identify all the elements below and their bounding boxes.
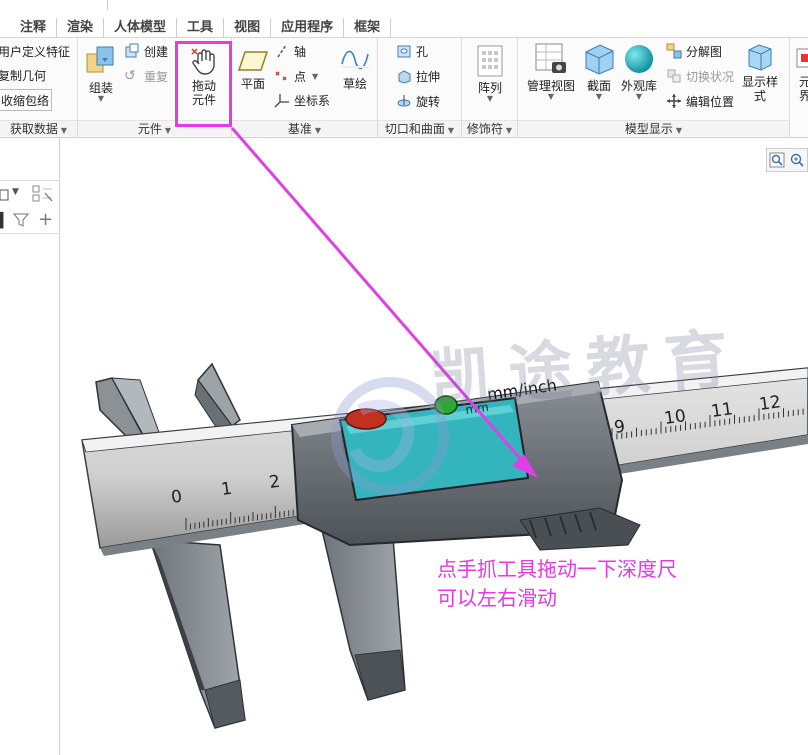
- scale-number-top-12: 12: [758, 392, 782, 415]
- drag-tool-highlight: [175, 41, 232, 127]
- annotation-line2: 可以左右滑动: [437, 586, 557, 610]
- scale-number-top-11: 11: [710, 399, 734, 422]
- fixed-jaw-upper-right: [194, 362, 241, 431]
- sliding-jaw-lower: [321, 524, 406, 701]
- annotation-text: 点手抓工具拖动一下深度尺 可以左右滑动: [437, 555, 757, 613]
- scale-number-top-10: 10: [663, 406, 687, 429]
- annotation-line1: 点手抓工具拖动一下深度尺: [437, 557, 677, 581]
- fixed-jaw-lower: [148, 539, 246, 729]
- fixed-jaw-upper-left: [95, 377, 161, 441]
